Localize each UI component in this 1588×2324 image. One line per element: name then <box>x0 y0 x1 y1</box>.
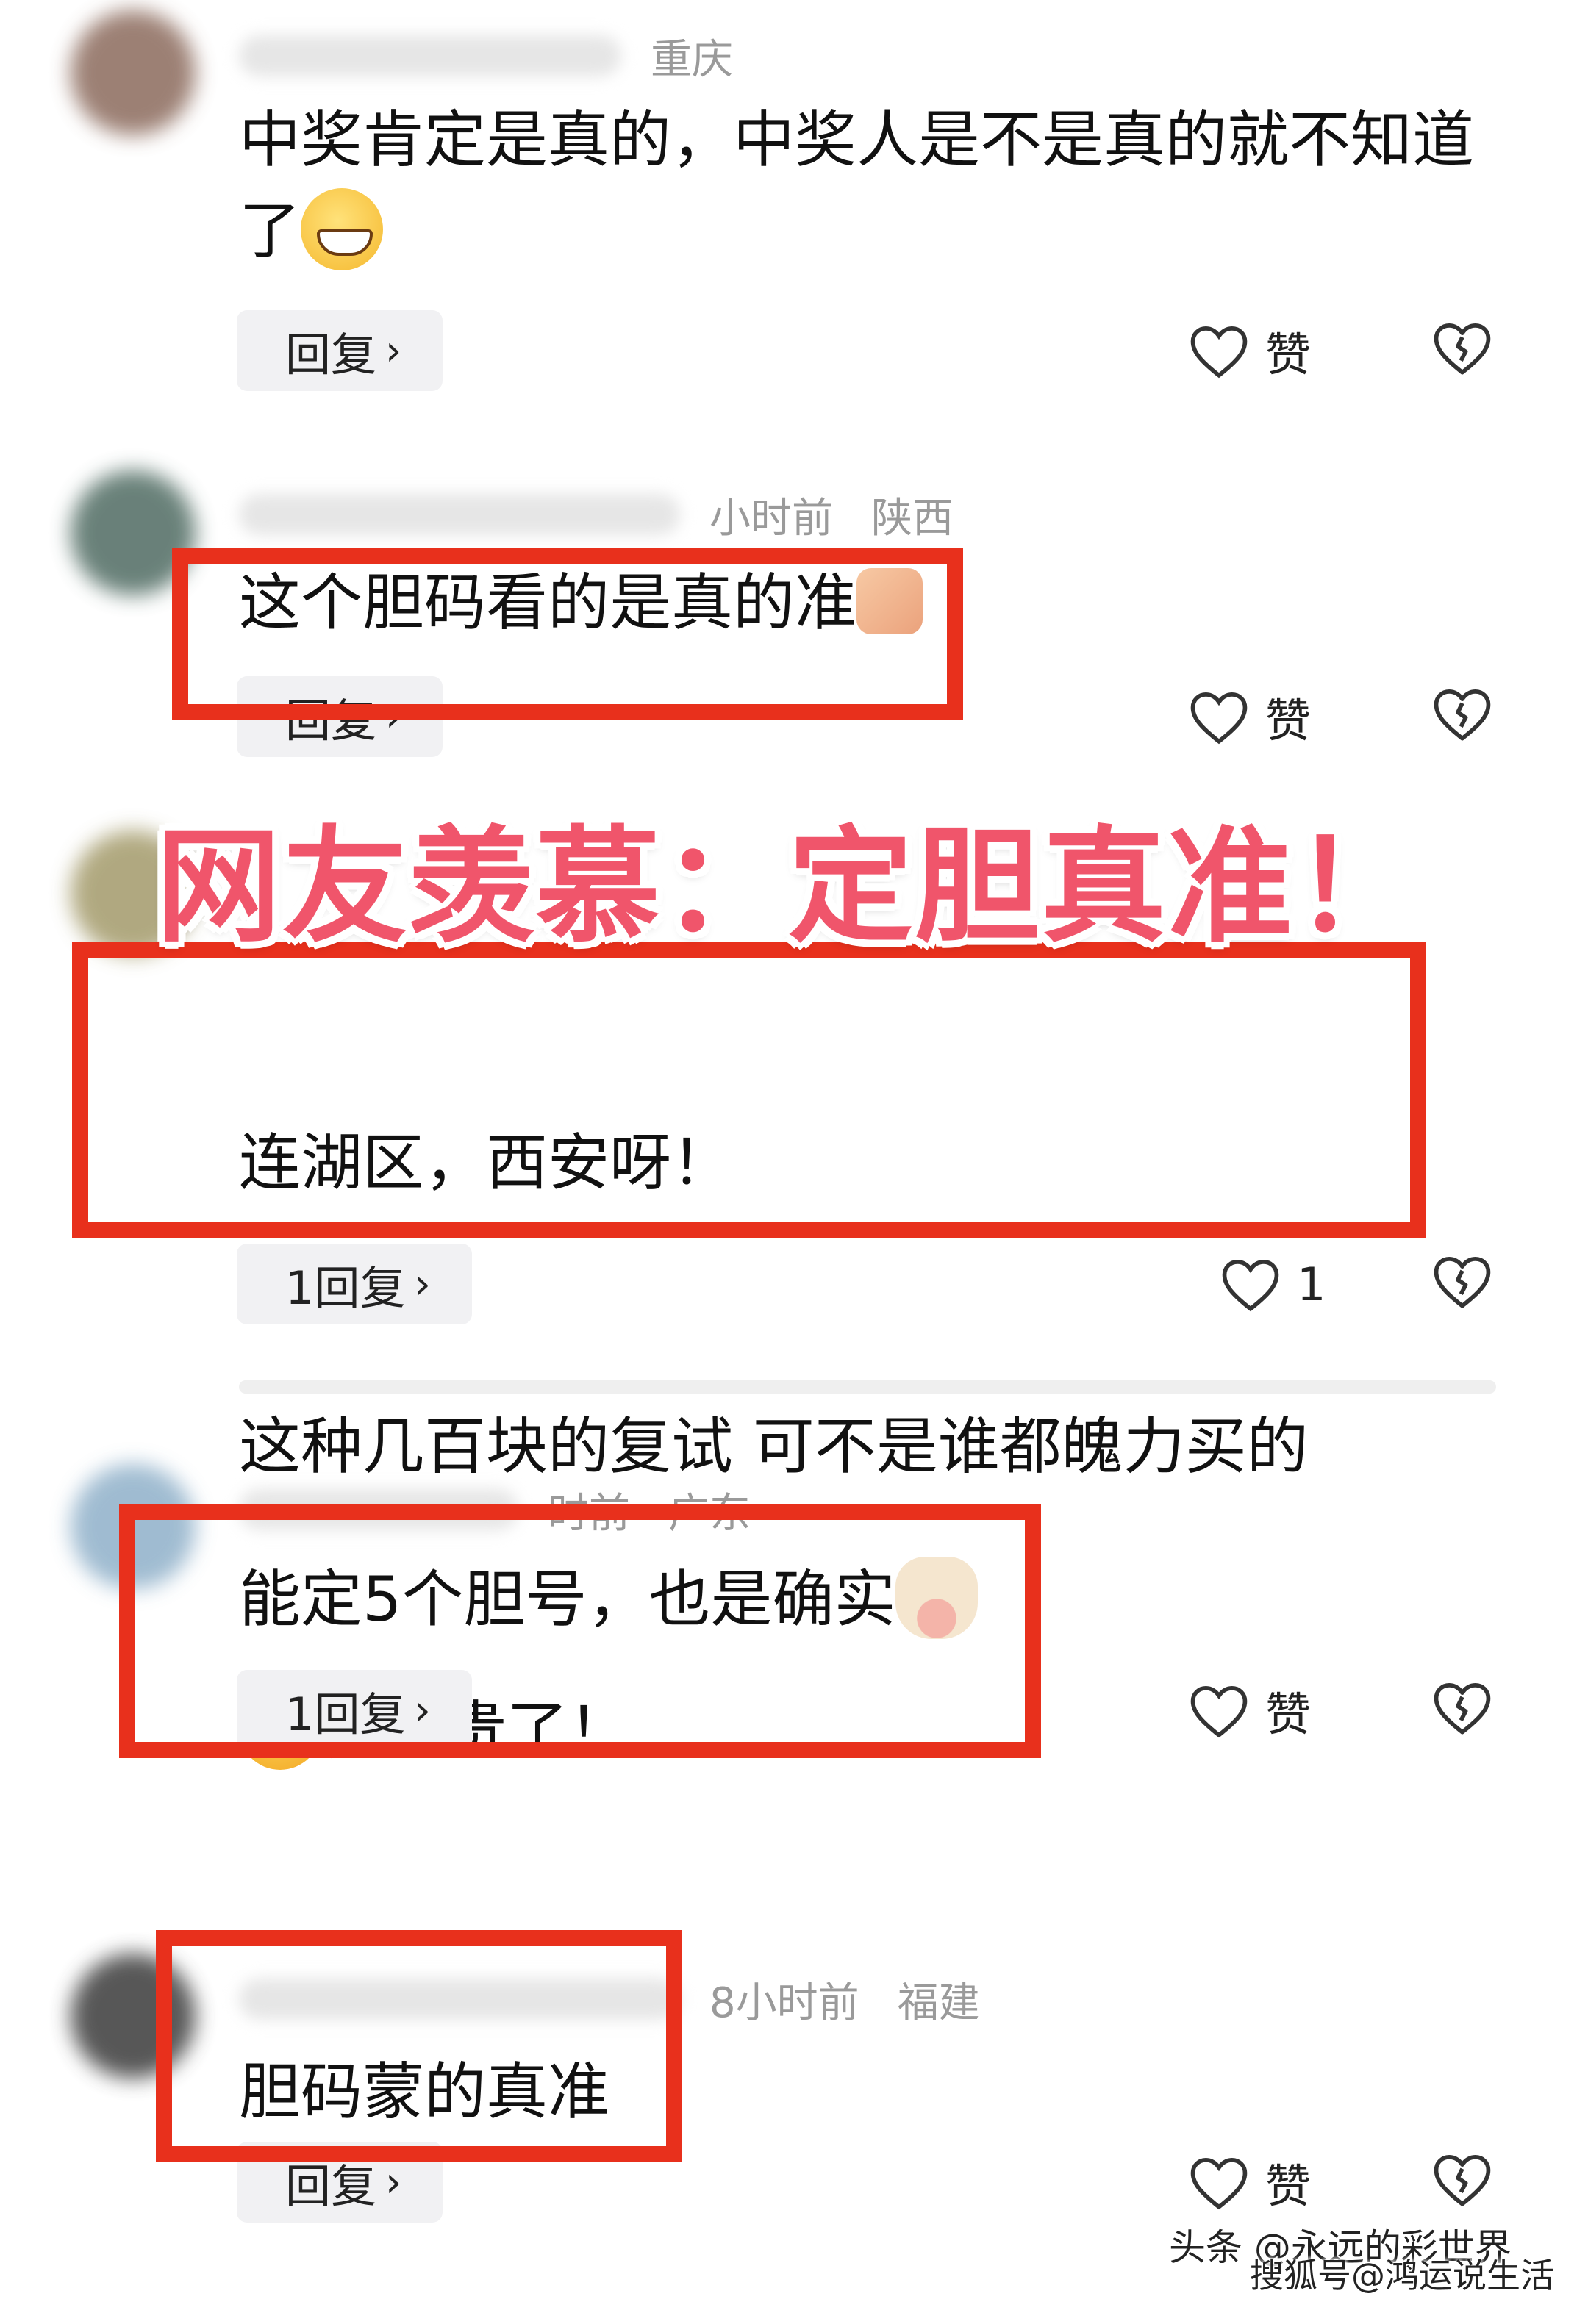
heart-icon <box>1190 326 1248 379</box>
broken-heart-icon[interactable] <box>1431 685 1494 742</box>
comment-meta: 重庆 <box>239 26 733 85</box>
like-label: 赞 <box>1265 328 1312 381</box>
chevron-right-icon: › <box>414 1686 431 1735</box>
avatar[interactable] <box>71 10 196 135</box>
broken-heart-icon[interactable] <box>1431 319 1494 376</box>
broken-heart-icon[interactable] <box>1431 1252 1494 1310</box>
heart-icon <box>1190 1686 1248 1738</box>
overlay-headline: 网友羡慕：定胆真准！ <box>156 814 1421 960</box>
like-button[interactable]: 赞 <box>1187 1670 1311 1751</box>
comment-actions: 回复 › 赞 <box>0 310 1588 391</box>
reply-button[interactable]: 回复 › <box>237 2142 443 2223</box>
comment-meta: 小时前 陕西 <box>239 485 954 544</box>
reply-label: 回复 <box>285 328 377 381</box>
divider <box>239 1380 1496 1394</box>
broken-heart-icon[interactable] <box>1431 2151 1494 2208</box>
avatar[interactable] <box>71 1464 196 1589</box>
username-blurred[interactable] <box>239 1489 518 1530</box>
avatar[interactable] <box>71 1954 196 2079</box>
watermark-sohu: 搜狐号@鸿运说生活 <box>1250 2256 1554 2295</box>
comment-text: 连湖区，西安呀！ 这种几百块的复试 可不是谁都魄力买的 ，太贵了！ <box>239 935 1474 1958</box>
comment-location: 重庆 <box>651 35 733 84</box>
comment-meta: 8小时前 福建 <box>239 1970 980 2029</box>
like-label: 赞 <box>1265 1688 1312 1741</box>
reply-button[interactable]: 回复 › <box>237 676 443 757</box>
comment-actions: 回复 › 赞 <box>0 2142 1588 2223</box>
username-blurred[interactable] <box>239 494 680 535</box>
heart-icon <box>1190 2158 1248 2210</box>
comment-text: 这个胆码看的是真的准 <box>239 557 1474 648</box>
comment-location: 福建 <box>897 1979 980 2027</box>
comment-location: 陕西 <box>871 494 954 542</box>
username-blurred[interactable] <box>239 35 621 76</box>
comment-time: 小时前 <box>709 494 833 542</box>
comment-location: 广东 <box>668 1489 751 1538</box>
thumbs-up-icon <box>856 568 923 635</box>
like-count: 1 <box>1297 1257 1326 1311</box>
chevron-right-icon: › <box>385 2158 402 2206</box>
reply-button[interactable]: 回复 › <box>237 310 443 391</box>
reply-label: 1回复 <box>285 1261 406 1315</box>
comment-actions: 1回复 › 1 <box>0 1244 1588 1324</box>
avatar[interactable] <box>71 470 196 595</box>
like-label: 赞 <box>1265 694 1312 747</box>
comments-page: 重庆 中奖肯定是真的，中奖人是不是真的就不知道了 回复 › 赞 小时前 陕西 这… <box>0 0 1588 2324</box>
comment-actions: 1回复 › 赞 <box>0 1670 1588 1751</box>
like-button[interactable]: 1 <box>1219 1244 1326 1324</box>
like-button[interactable]: 赞 <box>1187 676 1311 757</box>
comment-text: 能定5个胆号，也是确实 <box>239 1554 1474 1645</box>
comment-actions: 回复 › 赞 <box>0 676 1588 757</box>
chevron-right-icon: › <box>414 1260 431 1308</box>
comment-time: 时前 <box>548 1489 630 1538</box>
comment-meta: 时前 广东 <box>239 1480 751 1539</box>
reply-label: 1回复 <box>285 1688 406 1741</box>
chevron-right-icon: › <box>385 692 402 741</box>
reply-label: 回复 <box>285 2159 377 2213</box>
reply-button[interactable]: 1回复 › <box>237 1670 472 1751</box>
heart-icon <box>1222 1260 1279 1312</box>
comment-text: 胆码蒙的真准 <box>239 2056 610 2128</box>
comment-text: 中奖肯定是真的，中奖人是不是真的就不知道了 <box>239 94 1474 276</box>
username-blurred[interactable] <box>239 1979 680 2020</box>
broken-heart-icon[interactable] <box>1431 1679 1494 1736</box>
grinning-face-icon <box>301 188 384 271</box>
heart-icon <box>1190 692 1248 745</box>
reply-label: 回复 <box>285 694 377 747</box>
comment-time: 8小时前 <box>709 1979 859 2027</box>
like-button[interactable]: 赞 <box>1187 310 1311 391</box>
chevron-right-icon: › <box>385 326 402 375</box>
like-label: 赞 <box>1265 2159 1312 2213</box>
reply-button[interactable]: 1回复 › <box>237 1244 472 1324</box>
like-button[interactable]: 赞 <box>1187 2142 1311 2223</box>
cow-face-icon <box>895 1557 979 1640</box>
